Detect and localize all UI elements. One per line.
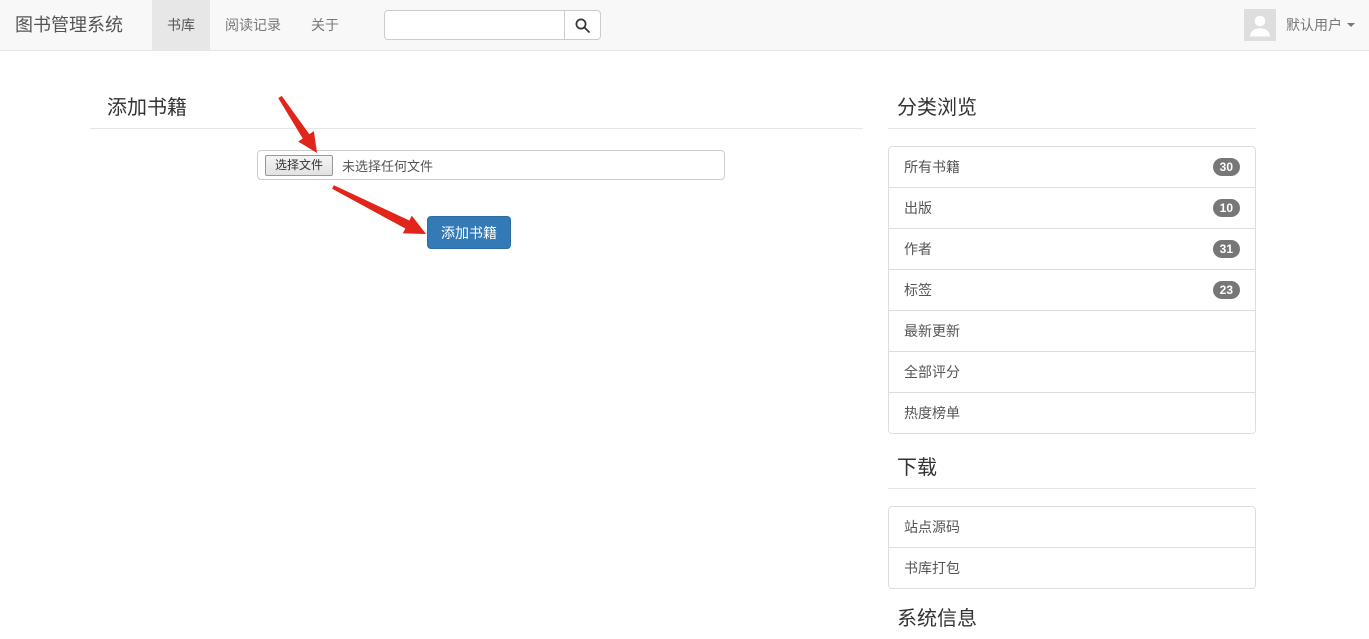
sidebar-item-tags[interactable]: 标签 23 [889,269,1255,310]
main-nav: 书库 阅读记录 关于 [152,0,354,50]
list-item-label: 站点源码 [904,517,960,537]
sidebar-item-popularity-rank[interactable]: 热度榜单 [889,392,1255,433]
main-content: 添加书籍 选择文件 未选择任何文件 添加书籍 [90,51,863,249]
count-badge: 31 [1213,240,1240,258]
nav-item-reading-history[interactable]: 阅读记录 [210,0,296,50]
file-input[interactable]: 选择文件 未选择任何文件 [257,150,725,180]
list-item-label: 所有书籍 [904,157,960,177]
avatar [1244,9,1276,41]
choose-file-button[interactable]: 选择文件 [265,155,333,176]
chevron-down-icon [1347,23,1355,27]
category-list: 所有书籍 30 出版 10 作者 31 标签 23 最新更新 全部评分 热度榜单 [888,146,1256,434]
sidebar-item-all-ratings[interactable]: 全部评分 [889,351,1255,392]
list-item-label: 热度榜单 [904,403,960,423]
sidebar-section-title-browse: 分类浏览 [888,98,1256,129]
sidebar-item-all-books[interactable]: 所有书籍 30 [889,147,1255,187]
user-dropdown-toggle[interactable]: 默认用户 [1244,0,1369,50]
add-book-button[interactable]: 添加书籍 [427,216,511,249]
list-item-label: 全部评分 [904,362,960,382]
file-status-text: 未选择任何文件 [342,156,433,175]
sidebar-section-title-system-info: 系统信息 [888,609,1256,639]
list-item-label: 作者 [904,239,932,259]
list-item-label: 标签 [904,280,932,300]
search-form [384,0,601,50]
sidebar-item-authors[interactable]: 作者 31 [889,228,1255,269]
count-badge: 23 [1213,281,1240,299]
sidebar: 分类浏览 所有书籍 30 出版 10 作者 31 标签 23 最新更新 全部评分… [888,51,1256,639]
search-icon [574,17,591,34]
count-badge: 10 [1213,199,1240,217]
sidebar-item-site-source[interactable]: 站点源码 [889,507,1255,547]
nav-item-library[interactable]: 书库 [152,0,210,50]
count-badge: 30 [1213,158,1240,176]
search-input[interactable] [384,10,565,40]
list-item-label: 书库打包 [904,558,960,578]
sidebar-item-library-package[interactable]: 书库打包 [889,547,1255,588]
sidebar-item-publishers[interactable]: 出版 10 [889,187,1255,228]
list-item-label: 最新更新 [904,321,960,341]
page-title: 添加书籍 [90,98,863,129]
download-list: 站点源码 书库打包 [888,506,1256,589]
person-icon [1244,9,1276,41]
list-item-label: 出版 [904,198,932,218]
user-name: 默认用户 [1286,15,1342,35]
search-button[interactable] [564,10,601,40]
sidebar-item-latest-updates[interactable]: 最新更新 [889,310,1255,351]
sidebar-section-title-download: 下载 [888,458,1256,489]
brand-title[interactable]: 图书管理系统 [0,0,138,50]
nav-item-about[interactable]: 关于 [296,0,354,50]
navbar: 图书管理系统 书库 阅读记录 关于 默认用户 [0,0,1369,51]
